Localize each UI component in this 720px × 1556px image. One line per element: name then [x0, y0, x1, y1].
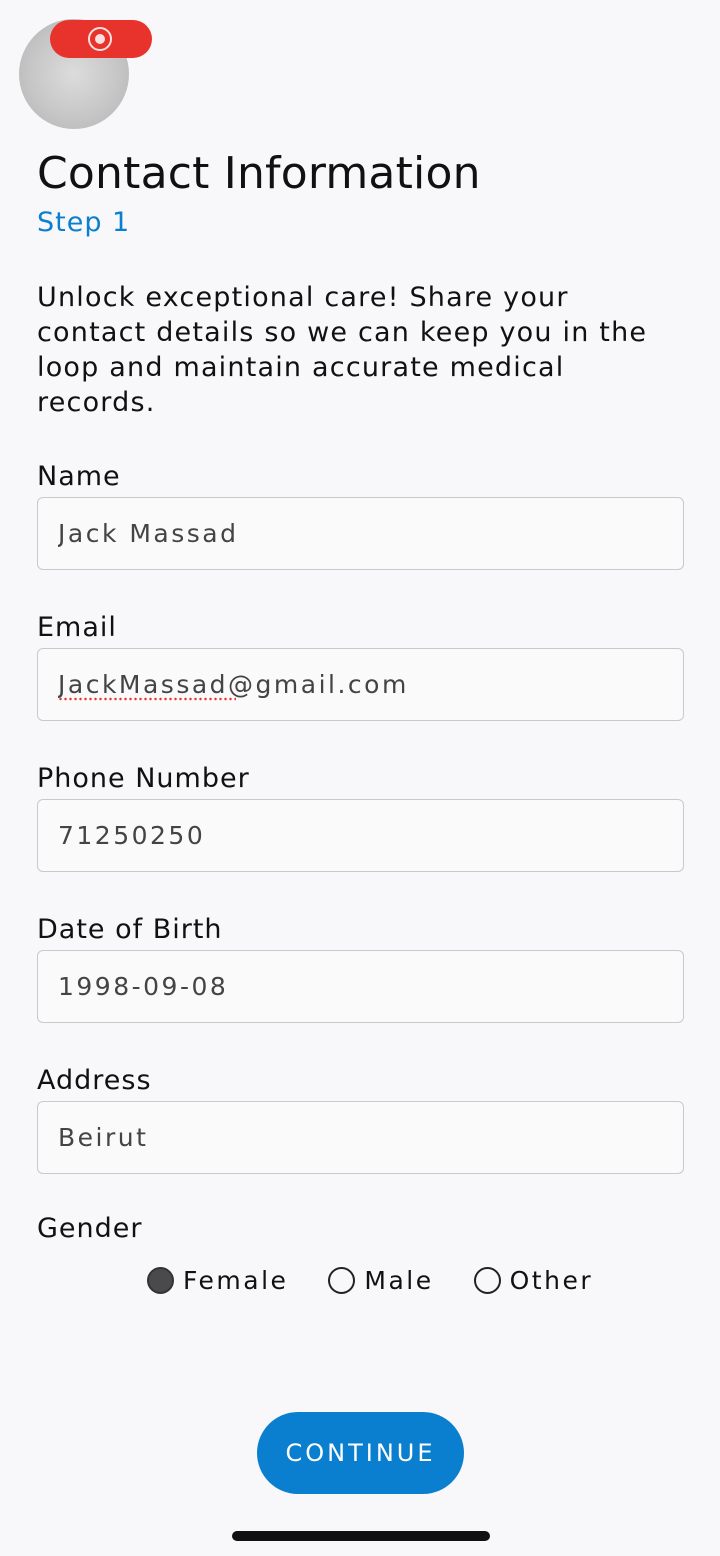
- email-label: Email: [37, 612, 117, 643]
- gender-option-other[interactable]: Other: [473, 1266, 594, 1295]
- name-field[interactable]: [37, 497, 684, 570]
- gender-option-label: Female: [183, 1266, 289, 1295]
- email-field[interactable]: [37, 648, 684, 721]
- name-label: Name: [37, 461, 121, 492]
- continue-button[interactable]: CONTINUE: [257, 1412, 464, 1494]
- gender-option-label: Male: [364, 1266, 434, 1295]
- radio-unchecked-icon[interactable]: [328, 1267, 356, 1294]
- address-label: Address: [37, 1065, 152, 1096]
- phone-label: Phone Number: [37, 763, 250, 794]
- gender-option-female[interactable]: Female: [147, 1266, 288, 1295]
- phone-field[interactable]: [37, 799, 684, 872]
- radio-unchecked-icon[interactable]: [473, 1267, 501, 1294]
- gender-radio-group: Female Male Other: [147, 1266, 593, 1295]
- gender-option-label: Other: [509, 1266, 594, 1295]
- dob-label: Date of Birth: [37, 914, 223, 945]
- spellcheck-underline: [58, 697, 236, 701]
- step-indicator: Step 1: [37, 207, 131, 238]
- contact-information-screen: Contact Information Step 1 Unlock except…: [0, 0, 720, 1556]
- page-title: Contact Information: [37, 148, 481, 199]
- gender-label: Gender: [37, 1213, 143, 1244]
- record-icon: [88, 27, 112, 51]
- radio-checked-icon[interactable]: [147, 1267, 174, 1294]
- intro-text: Unlock exceptional care! Share your cont…: [37, 282, 648, 418]
- gender-option-male[interactable]: Male: [328, 1266, 433, 1295]
- dob-field[interactable]: [37, 950, 684, 1023]
- address-field[interactable]: [37, 1101, 684, 1174]
- home-indicator[interactable]: [232, 1531, 490, 1541]
